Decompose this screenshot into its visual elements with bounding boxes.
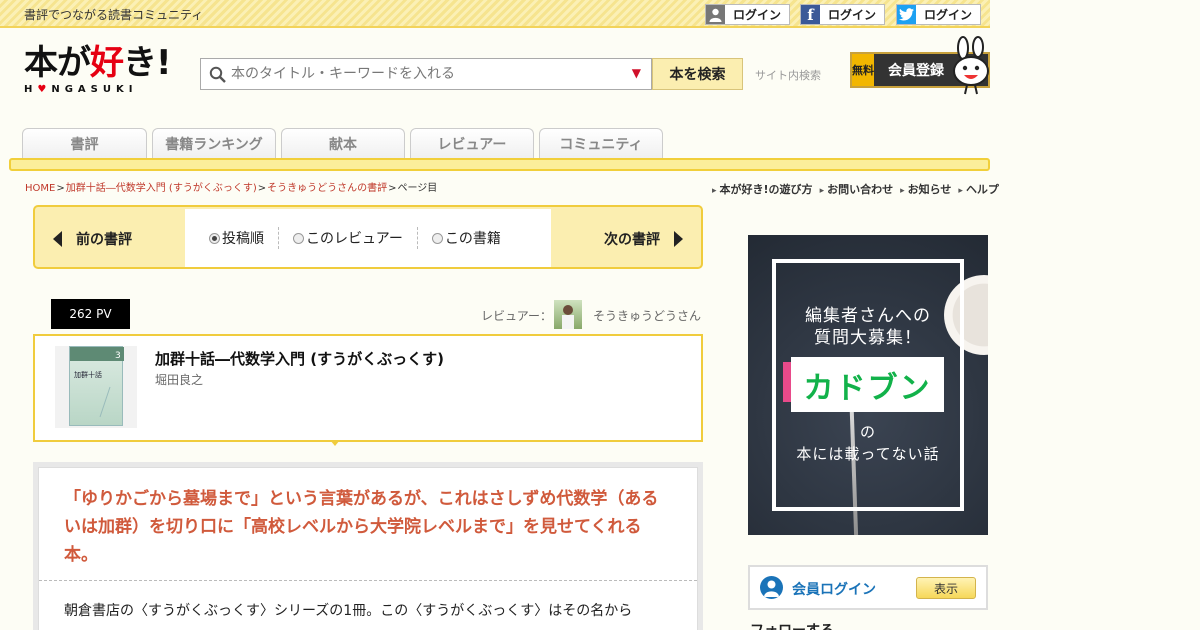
svg-text:3: 3 (115, 351, 121, 361)
breadcrumb-reviewer-reviews[interactable]: そうきゅうどうさんの書評 (267, 183, 387, 194)
kadobun-logo: カドブン (783, 357, 944, 412)
tab-reviewers[interactable]: レビュアー (410, 128, 534, 158)
radio-post-order[interactable]: 投稿順 (209, 228, 264, 248)
login-label: ログイン (733, 8, 782, 22)
follow-heading: フォローする (750, 620, 834, 630)
link-contact[interactable]: お問い合わせ (820, 181, 893, 197)
breadcrumb-home[interactable]: HOME (25, 183, 55, 194)
radio-this-book[interactable]: この書籍 (431, 228, 501, 248)
breadcrumb-current: ページ目 (397, 183, 438, 194)
utility-links: 本が好き!の遊び方 お問い合わせ お知らせ ヘルプ (712, 181, 999, 197)
search-button[interactable]: 本を検索 (652, 58, 743, 90)
breadcrumb-book[interactable]: 加群十話―代数学入門 (すうがくぶっくす) (66, 183, 257, 194)
review-pager: 前の書評 投稿順 このレビュアー この書籍 次の書評 (33, 205, 703, 269)
top-bar: 書評でつながる読書コミュニティ ログイン f ログイン ログイン (0, 0, 990, 28)
tab-reviews[interactable]: 書評 (22, 128, 147, 158)
login-button[interactable]: ログイン (705, 4, 791, 25)
radio-this-reviewer[interactable]: このレビュアー (293, 228, 403, 248)
review-headline: 「ゆりかごから墓場まで」という言葉があるが、これはさしずめ代数学（あるいは加群）… (64, 489, 659, 565)
pager-order-options: 投稿順 このレビュアー この書籍 (185, 209, 551, 267)
facebook-icon: f (801, 5, 820, 24)
nav-strip (9, 158, 990, 171)
book-cover[interactable]: 3 加群十話 (55, 346, 137, 428)
member-login-panel: 会員ログイン 表示 (748, 565, 988, 610)
arrow-right-icon (674, 231, 683, 247)
user-icon (706, 5, 725, 24)
book-author[interactable]: 堀田良之 (155, 371, 203, 388)
reviewer-label: レビュアー： (481, 309, 553, 323)
breadcrumb: HOME>加群十話―代数学入門 (すうがくぶっくす)>そうきゅうどうさんの書評>… (25, 183, 438, 194)
search-input[interactable] (231, 59, 621, 89)
book-info: 3 加群十話 加群十話―代数学入門 (すうがくぶっくす) 堀田良之 (33, 334, 703, 442)
free-badge: 無料 (852, 54, 874, 86)
review-body: 朝倉書店の〈すうがくぶっくす〉シリーズの1冊。この〈すうがくぶっくす〉はその名か… (64, 603, 633, 619)
search-icon (209, 66, 226, 87)
avatar[interactable] (554, 300, 582, 329)
review-card: 「ゆりかごから墓場まで」という言葉があるが、これはさしずめ代数学（あるいは加群）… (33, 462, 703, 630)
prev-review-button[interactable]: 前の書評 (53, 229, 132, 249)
site-logo[interactable]: 本が好き! H♥NGASUKI (24, 44, 174, 104)
link-help[interactable]: ヘルプ (958, 181, 999, 197)
banner-headline: 編集者さんへの 質問大募集！ (805, 306, 931, 348)
divider (39, 580, 697, 581)
login-label: ログイン (828, 8, 877, 22)
tab-kenpon[interactable]: 献本 (281, 128, 405, 158)
arrow-left-icon (53, 231, 62, 247)
twitter-icon (897, 5, 916, 24)
site-tagline: 書評でつながる読書コミュニティ (24, 8, 204, 22)
show-button[interactable]: 表示 (916, 577, 976, 599)
kadobun-banner[interactable]: 編集者さんへの 質問大募集！ カドブン の 本には載ってない話 (748, 235, 988, 535)
rabbit-mascot-icon (953, 36, 989, 95)
member-login-label: 会員ログイン (792, 582, 876, 598)
book-title[interactable]: 加群十話―代数学入門 (すうがくぶっくす) (155, 348, 444, 369)
reviewer-name[interactable]: そうきゅうどうさん (593, 307, 701, 324)
link-news[interactable]: お知らせ (900, 181, 952, 197)
tab-community[interactable]: コミュニティ (539, 128, 663, 158)
svg-text:加群十話: 加群十話 (74, 370, 102, 379)
search-box: ▼ (200, 58, 652, 90)
login-label: ログイン (924, 8, 973, 22)
main-nav: 書評 書籍ランキング 献本 レビュアー コミュニティ (22, 128, 668, 158)
chevron-down-icon[interactable]: ▼ (632, 66, 641, 80)
register-label: 会員登録 (888, 63, 944, 79)
facebook-login-button[interactable]: f ログイン (800, 4, 886, 25)
page-view-count: 262 PV (51, 299, 130, 329)
next-review-button[interactable]: 次の書評 (604, 229, 683, 249)
pointer-arrow (330, 440, 340, 446)
user-icon (760, 576, 783, 599)
banner-subline: の 本には載ってない話 (796, 423, 940, 463)
tab-book-ranking[interactable]: 書籍ランキング (152, 128, 276, 158)
twitter-login-button[interactable]: ログイン (896, 4, 982, 25)
site-search-label: サイト内検索 (755, 69, 821, 82)
link-how-to-play[interactable]: 本が好き!の遊び方 (712, 181, 813, 197)
